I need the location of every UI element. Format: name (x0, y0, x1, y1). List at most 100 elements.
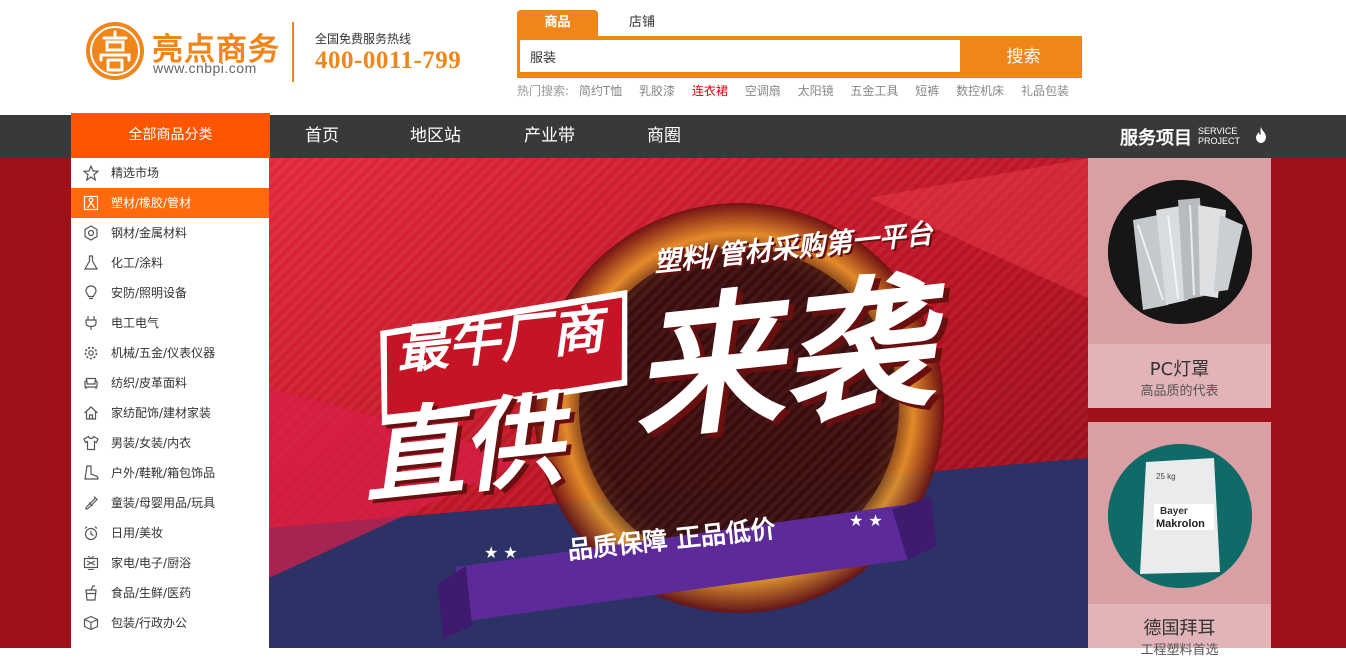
promo-card-bayer[interactable]: 25 kg Bayer Makrolon 德国拜耳 工程塑料首选 (1088, 422, 1271, 658)
search-tabs: 商品 店铺 (517, 10, 1082, 36)
hot-search-term[interactable]: 数控机床 (956, 84, 1004, 98)
category-label: 家纺配饰/建材家装 (111, 406, 212, 420)
tab-shops[interactable]: 店铺 (617, 10, 667, 36)
main-nav: 全部商品分类 首页 地区站 产业带 商圈 服务项目 SERVICE PROJEC… (0, 113, 1346, 158)
category-label: 家电/电子/厨浴 (111, 556, 192, 570)
box-icon (83, 615, 99, 631)
brand-url: www.cnbpi.com (153, 60, 257, 76)
banner-headline-left: 直供 (356, 380, 568, 519)
sofa-icon (84, 377, 98, 389)
hotline: 全国免费服务热线 400-0011-799 (315, 30, 461, 75)
svg-text:★ ★: ★ ★ (849, 511, 883, 530)
promo-title: 德国拜耳 (1143, 618, 1216, 639)
nav-home[interactable]: 首页 (305, 115, 339, 158)
home-icon (84, 406, 98, 420)
nav-business-circle[interactable]: 商圈 (647, 115, 681, 158)
category-item[interactable]: 钢材/金属材料 (71, 218, 269, 248)
site-header: 亮点商务 www.cnbpi.com 全国免费服务热线 400-0011-799… (0, 0, 1346, 115)
search-input[interactable] (520, 40, 960, 72)
gear-icon (84, 346, 98, 360)
category-item[interactable]: 日用/美妆 (71, 518, 269, 548)
category-item[interactable]: 纺织/皮革面料 (71, 368, 269, 398)
clock-icon (84, 526, 98, 541)
service-title: 服务项目 (1120, 128, 1192, 149)
logo-divider (292, 22, 294, 82)
category-label: 日用/美妆 (111, 526, 164, 540)
logo-mark-icon (86, 22, 144, 80)
plug-icon (85, 316, 97, 330)
svg-text:★ ★: ★ ★ (484, 543, 518, 562)
site-logo[interactable]: 亮点商务 www.cnbpi.com (84, 20, 294, 84)
service-en-line: PROJECT (1198, 136, 1241, 146)
category-label: 安防/照明设备 (111, 286, 188, 300)
hot-search-term[interactable]: 短裤 (915, 84, 939, 98)
hotline-label: 全国免费服务热线 (315, 32, 412, 46)
category-label: 机械/五金/仪表仪器 (111, 346, 216, 360)
search-box: 商品 店铺 搜索 (517, 10, 1082, 78)
category-item[interactable]: 家电/电子/厨浴 (71, 548, 269, 578)
drink-icon (85, 585, 97, 601)
search-bar: 搜索 (517, 36, 1082, 78)
hot-search: 热门搜索: 简约T恤 乳胶漆 连衣裙 空调扇 太阳镜 五金工具 短裤 数控机床 … (517, 82, 1082, 99)
bag-brand: Bayer (1160, 506, 1188, 517)
hot-search-term[interactable]: 礼品包装 (1021, 84, 1069, 98)
shirt-icon (83, 435, 99, 451)
nav-regions[interactable]: 地区站 (410, 115, 461, 158)
bottle-icon (85, 496, 98, 510)
category-item[interactable]: 机械/五金/仪表仪器 (71, 338, 269, 368)
category-label: 食品/生鲜/医药 (111, 586, 192, 600)
tab-products[interactable]: 商品 (517, 10, 598, 36)
hero-banner[interactable]: ★ ★ ★ ★ 塑料/管材采购第一平台 最牛厂商 直供 来袭 品质保障 正品低价 (269, 158, 1088, 648)
category-label: 童装/母婴用品/玩具 (111, 496, 216, 510)
service-en-line: SERVICE (1198, 126, 1238, 136)
promo-subtitle: 高品质的代表 (1140, 384, 1219, 399)
category-list: 精选市场 塑材/橡胶/管材 钢材/金属材料 化工/涂料 安防/照明设备 电工电气… (71, 158, 269, 648)
hot-search-term[interactable]: 简约T恤 (579, 84, 622, 98)
search-button[interactable]: 搜索 (965, 36, 1082, 78)
category-item[interactable]: 户外/鞋靴/箱包饰品 (71, 458, 269, 488)
bulb-icon (85, 285, 97, 300)
promo-image-pc-tubes (1108, 180, 1252, 324)
service-en: SERVICE PROJECT (1198, 126, 1258, 146)
category-label: 精选市场 (111, 166, 160, 180)
category-label: 化工/涂料 (111, 256, 164, 270)
category-item[interactable]: 家纺配饰/建材家装 (71, 398, 269, 428)
hot-search-label: 热门搜索: (517, 84, 570, 98)
hot-search-term[interactable]: 空调扇 (745, 84, 781, 98)
category-item[interactable]: 童装/母婴用品/玩具 (71, 488, 269, 518)
promo-image-bayer-bag: 25 kg Bayer Makrolon (1108, 444, 1252, 588)
banner-headline-right: 来袭 (622, 257, 939, 463)
flask-icon (83, 255, 99, 270)
category-item[interactable]: 精选市场 (71, 158, 269, 188)
category-item[interactable]: 化工/涂料 (71, 248, 269, 278)
flame-icon (1256, 127, 1266, 143)
promo-subtitle: 工程塑料首选 (1140, 643, 1219, 658)
star-icon (83, 165, 99, 181)
category-item[interactable]: 电工电气 (71, 308, 269, 338)
category-label: 塑材/橡胶/管材 (111, 196, 192, 210)
hot-search-term[interactable]: 乳胶漆 (639, 84, 675, 98)
category-label: 电工电气 (111, 316, 160, 330)
category-item[interactable]: 男装/女装/内衣 (71, 428, 269, 458)
pc-tubes-illustration (1108, 180, 1252, 324)
hot-search-term[interactable]: 太阳镜 (798, 84, 834, 98)
category-item[interactable]: 食品/生鲜/医药 (71, 578, 269, 608)
hot-search-term[interactable]: 五金工具 (850, 84, 898, 98)
category-label: 纺织/皮革面料 (111, 376, 188, 390)
category-item[interactable]: 塑材/橡胶/管材 (71, 188, 269, 218)
all-categories-button[interactable]: 全部商品分类 (71, 113, 270, 158)
hot-search-term[interactable]: 连衣裙 (692, 84, 728, 98)
hexagon-nut-icon (84, 225, 98, 241)
promo-card-pc-lampshade[interactable]: PC灯罩 高品质的代表 (1088, 158, 1271, 408)
bag-weight: 25 kg (1156, 472, 1176, 481)
category-item[interactable]: 包装/行政办公 (71, 608, 269, 638)
category-label: 钢材/金属材料 (111, 226, 188, 240)
bag-product: Makrolon (1156, 518, 1205, 530)
promo-title: PC灯罩 (1149, 359, 1210, 380)
category-label: 包装/行政办公 (111, 616, 188, 630)
person-icon (83, 195, 99, 211)
main-area: 精选市场 塑材/橡胶/管材 钢材/金属材料 化工/涂料 安防/照明设备 电工电气… (0, 158, 1346, 658)
nav-industry-belt[interactable]: 产业带 (524, 115, 575, 158)
category-item[interactable]: 安防/照明设备 (71, 278, 269, 308)
category-label: 户外/鞋靴/箱包饰品 (111, 466, 216, 480)
